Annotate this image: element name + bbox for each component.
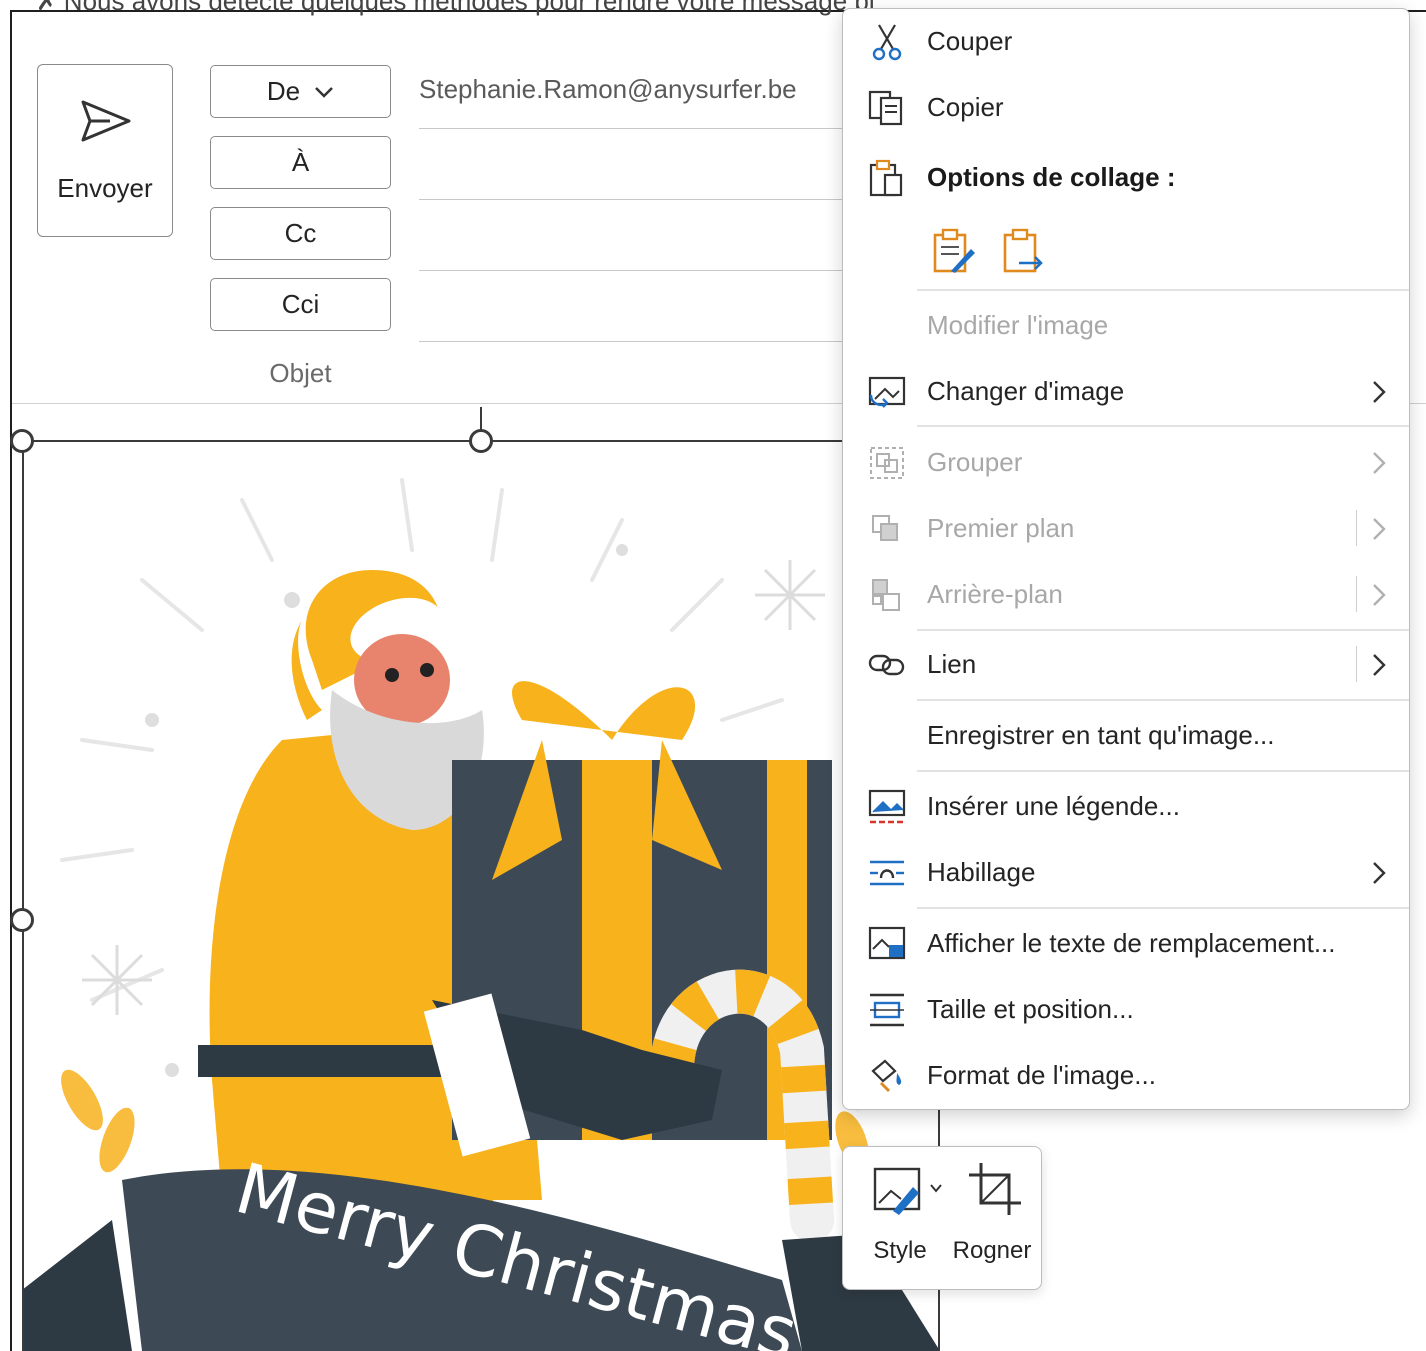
- to-label: À: [291, 147, 310, 177]
- menu-item-size-position[interactable]: Taille et position...: [843, 981, 1409, 1037]
- christmas-image[interactable]: Merry Christmas: [22, 440, 940, 1351]
- link-icon: [868, 654, 905, 676]
- style-button[interactable]: Style: [855, 1147, 945, 1291]
- resize-handle-middle-left[interactable]: [10, 908, 34, 932]
- menu-separator: [917, 425, 1409, 427]
- style-label: Style: [873, 1237, 927, 1264]
- chevron-right-icon: [1373, 381, 1386, 403]
- chevron-right-icon: [1373, 452, 1386, 474]
- bcc-field[interactable]: [419, 341, 844, 342]
- menu-split-divider: [1356, 510, 1357, 546]
- cc-field[interactable]: [419, 270, 844, 271]
- format-picture-icon: [871, 1059, 902, 1093]
- menu-label-format-picture: Format de l'image...: [927, 1059, 1156, 1090]
- chevron-right-icon: [1373, 518, 1386, 540]
- wrap-text-icon: [870, 860, 904, 886]
- menu-item-view-alt-text[interactable]: Afficher le texte de remplacement...: [843, 915, 1409, 971]
- menu-label-wrap-text: Habillage: [927, 856, 1036, 887]
- bring-forward-icon: [872, 515, 898, 541]
- resize-handle-top-center[interactable]: [469, 429, 493, 453]
- send-label: Envoyer: [57, 173, 153, 203]
- menu-item-format-picture[interactable]: Format de l'image...: [843, 1047, 1409, 1103]
- menu-item-copy[interactable]: Copier: [843, 79, 1409, 135]
- menu-item-link[interactable]: Lien: [843, 636, 1409, 692]
- to-button[interactable]: À: [210, 136, 391, 189]
- menu-label-save-as-image: Enregistrer en tant qu'image...: [927, 719, 1275, 750]
- menu-item-bring-forward[interactable]: Premier plan: [843, 500, 1409, 556]
- crop-label: Rogner: [952, 1237, 1032, 1264]
- menu-label-edit-image: Modifier l'image: [927, 309, 1109, 340]
- menu-separator: [917, 289, 1409, 291]
- menu-label-link: Lien: [927, 648, 977, 679]
- resize-handle-top-left[interactable]: [10, 429, 34, 453]
- from-label: De: [266, 76, 301, 106]
- chevron-down-icon: [315, 86, 334, 98]
- group-icon: [870, 447, 904, 479]
- menu-item-cut[interactable]: Couper: [843, 13, 1409, 69]
- menu-item-save-as-image[interactable]: Enregistrer en tant qu'image...: [843, 707, 1409, 763]
- scissors-icon: [872, 24, 902, 61]
- menu-item-change-image[interactable]: Changer d'image: [843, 363, 1409, 419]
- from-field-line: [419, 128, 844, 129]
- chevron-right-icon: [1373, 862, 1386, 884]
- menu-item-insert-caption[interactable]: Insérer une légende...: [843, 778, 1409, 834]
- change-picture-icon: [868, 376, 906, 408]
- info-bar: ✗ Nous avons détecté quelques méthodes po…: [36, 0, 875, 17]
- menu-item-wrap-text[interactable]: Habillage: [843, 844, 1409, 900]
- menu-separator: [917, 629, 1409, 631]
- bcc-button[interactable]: Cci: [210, 278, 391, 331]
- menu-split-divider: [1356, 646, 1357, 682]
- chevron-right-icon: [1373, 584, 1386, 606]
- menu-label-group: Grouper: [927, 446, 1023, 477]
- menu-label-bring-forward: Premier plan: [927, 512, 1075, 543]
- cc-button[interactable]: Cc: [210, 207, 391, 260]
- cc-label: Cc: [284, 218, 317, 248]
- paste-image-icon[interactable]: [1001, 227, 1047, 275]
- menu-label-insert-caption: Insérer une légende...: [927, 790, 1180, 821]
- menu-label-view-alt-text: Afficher le texte de remplacement...: [927, 927, 1336, 958]
- editor-icon: ✗: [36, 0, 58, 16]
- menu-separator: [917, 770, 1409, 772]
- alt-text-icon: [868, 926, 906, 960]
- from-button[interactable]: De: [210, 65, 391, 118]
- crop-icon: [969, 1163, 1021, 1215]
- menu-label-copy: Copier: [927, 91, 1004, 122]
- paste-icon: [869, 159, 903, 197]
- bcc-label: Cci: [281, 289, 320, 319]
- chevron-right-icon: [1373, 654, 1386, 676]
- send-backward-icon: [872, 579, 900, 611]
- send-icon: [81, 100, 131, 142]
- menu-item-group[interactable]: Grouper: [843, 434, 1409, 490]
- crop-button[interactable]: Rogner: [947, 1147, 1037, 1291]
- menu-split-divider: [1356, 576, 1357, 612]
- menu-label-cut: Couper: [927, 25, 1013, 56]
- context-menu: Couper Copier Options de collage : Modif…: [842, 8, 1410, 1110]
- mini-toolbar: Style Rogner: [842, 1146, 1042, 1290]
- copy-icon: [868, 90, 903, 126]
- menu-label-send-backward: Arrière-plan: [927, 578, 1063, 609]
- subject-label: Objet: [269, 358, 332, 388]
- selection-border-left: [22, 440, 24, 1351]
- to-field[interactable]: [419, 199, 844, 200]
- paste-keep-formatting-icon[interactable]: [931, 227, 977, 275]
- menu-separator: [917, 907, 1409, 909]
- picture-style-icon: [873, 1167, 942, 1215]
- info-bar-text: Nous avons détecté quelques méthodes pou…: [63, 0, 875, 16]
- size-position-icon: [870, 993, 904, 1027]
- menu-label-size-position: Taille et position...: [927, 993, 1134, 1024]
- santa-illustration: Merry Christmas: [22, 478, 940, 1351]
- menu-item-send-backward[interactable]: Arrière-plan: [843, 566, 1409, 622]
- insert-caption-icon: [868, 789, 906, 824]
- send-button[interactable]: Envoyer: [37, 64, 173, 237]
- menu-separator: [917, 699, 1409, 701]
- menu-label-paste-options: Options de collage :: [927, 161, 1176, 192]
- menu-item-paste-options: Options de collage :: [843, 149, 1409, 205]
- menu-item-edit-image[interactable]: Modifier l'image: [843, 297, 1409, 353]
- from-address: Stephanie.Ramon@anysurfer.be: [419, 74, 797, 104]
- menu-label-change-image: Changer d'image: [927, 375, 1125, 406]
- selection-border-top: [22, 440, 844, 442]
